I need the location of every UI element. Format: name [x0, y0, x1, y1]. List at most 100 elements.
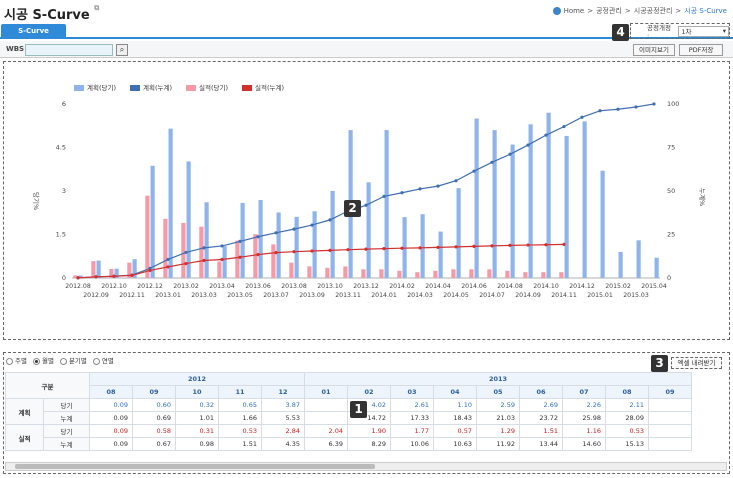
actual-bar	[253, 234, 258, 278]
table-cell: 0.57	[433, 424, 477, 438]
row-group: 계획	[5, 398, 44, 425]
plan-cumulative-point	[184, 250, 188, 255]
plan-cumulative-point	[364, 203, 368, 207]
table-cell	[304, 398, 348, 412]
plan-cumulative-point	[508, 152, 512, 156]
s-curve-chart: 0 1.5 3 4.5 6 0 25 50 75 100 당기% 누계% 2012.08 2012.09 2…	[32, 100, 707, 299]
actual-cumulative-point	[112, 274, 116, 278]
radio-icon[interactable]	[92, 357, 100, 365]
radio-icon[interactable]	[59, 357, 67, 365]
actual-cumulative-point	[256, 253, 260, 257]
x-tick-label: 2012.08	[65, 283, 91, 290]
actual-bar	[145, 195, 150, 278]
actual-cumulative-point	[400, 246, 404, 250]
x-tick-label: 2014.03	[407, 292, 433, 299]
x-tick-label: 2015.04	[641, 283, 667, 290]
plan-cumulative-point	[166, 257, 170, 262]
actual-cumulative-point	[130, 273, 134, 277]
plan-bar	[330, 191, 335, 278]
table-cell: 1.10	[433, 398, 477, 412]
actual-cumulative-point	[436, 245, 440, 250]
scroll-thumb[interactable]	[15, 464, 375, 469]
table-cell: 6.39	[304, 437, 348, 451]
actual-bar	[235, 240, 240, 278]
actual-cumulative-point	[238, 255, 242, 259]
actual-cumulative-point	[472, 244, 476, 248]
row-type: 당기	[43, 424, 90, 438]
y-right-tick-label: 0	[667, 274, 671, 282]
month-header: 09	[648, 385, 692, 399]
actual-bar	[415, 272, 420, 278]
plan-cumulative-point	[274, 231, 278, 235]
actual-bar	[289, 262, 294, 278]
actual-cumulative-point	[166, 265, 170, 269]
period-radio[interactable]: 월별	[32, 355, 54, 365]
period-filter: 주별 월별 분기별 연별	[6, 355, 114, 365]
plan-bar	[294, 216, 299, 278]
plan-bar	[168, 128, 173, 278]
table-cell: 0.65	[218, 398, 262, 412]
period-radio[interactable]: 연별	[92, 355, 114, 365]
table-cell: 0.53	[605, 424, 649, 438]
data-table: 구분 2012 2013 08 09 10 11 12 01 02 03 04 05 06 07 08 09 계획…	[5, 372, 692, 451]
table-row: 계획 당기 0.09 0.60 0.32 0.65 3.87 4.02 2.61 1.10 2.59…	[5, 398, 692, 425]
x-tick-label: 2014.09	[515, 292, 541, 299]
x-tick-label: 2014.05	[443, 292, 469, 299]
period-radio[interactable]: 분기별	[59, 355, 87, 365]
actual-cumulative-point	[310, 249, 314, 253]
plan-cumulative-point	[238, 239, 242, 244]
y-left-tick-label: 6	[62, 100, 66, 108]
actual-bar	[451, 269, 456, 278]
month-header: 11	[218, 385, 262, 399]
table-cell: 0.58	[132, 424, 176, 438]
plan-bar	[618, 251, 623, 278]
x-tick-label: 2013.09	[299, 292, 325, 299]
y-right-axis-label: 누계%	[698, 188, 707, 206]
radio-icon[interactable]	[32, 357, 40, 365]
month-header: 03	[390, 385, 434, 399]
actual-cumulative-point	[346, 248, 350, 252]
y-left-tick-label: 0	[62, 274, 66, 282]
table-cell	[648, 424, 692, 438]
table-cell: 0.67	[132, 437, 176, 451]
year-header: 2012	[89, 372, 305, 386]
table-cell: 0.09	[89, 437, 133, 451]
actual-bar	[469, 269, 474, 278]
plan-bar	[96, 260, 101, 278]
x-tick-label: 2014.01	[371, 292, 397, 299]
table-cell: 4.35	[261, 437, 305, 451]
actual-cumulative-point	[544, 243, 548, 247]
plan-cumulative-point	[436, 184, 440, 188]
radio-icon[interactable]	[6, 357, 13, 365]
plan-cumulative-point	[418, 187, 422, 191]
actual-bar	[487, 269, 492, 278]
period-radio[interactable]: 주별	[6, 355, 27, 365]
actual-cumulative-point	[148, 268, 152, 273]
row-type: 누계	[43, 411, 90, 425]
table-cell: 5.53	[261, 411, 305, 425]
table-cell: 0.98	[175, 437, 219, 451]
year-header-row: 구분 2012 2013	[5, 372, 692, 399]
badge-1: 1	[350, 401, 367, 418]
table-cell: 13.44	[519, 437, 563, 451]
x-tick-label: 2014.07	[479, 292, 505, 299]
actual-cumulative-point	[508, 243, 512, 248]
excel-download-button[interactable]: 엑셀 내려받기	[671, 357, 722, 369]
x-tick-label: 2015.03	[623, 292, 649, 299]
table-cell: 25.98	[562, 411, 606, 425]
radio-label: 연별	[101, 357, 114, 365]
table-cell: 0.60	[132, 398, 176, 412]
badge-2: 2	[344, 200, 361, 217]
plan-bar	[258, 199, 263, 278]
plan-bar	[564, 135, 569, 278]
x-tick-label: 2014.12	[569, 283, 595, 290]
actual-cumulative-point	[274, 250, 278, 255]
x-tick-label: 2012.10	[101, 283, 127, 290]
plan-bar	[420, 214, 425, 278]
plan-bar	[276, 212, 281, 278]
x-tick-label: 2013.06	[245, 283, 271, 290]
horizontal-scrollbar[interactable]	[5, 462, 727, 471]
actual-bar	[379, 269, 384, 278]
actual-cumulative-point	[292, 250, 296, 254]
plan-bar	[474, 118, 479, 278]
